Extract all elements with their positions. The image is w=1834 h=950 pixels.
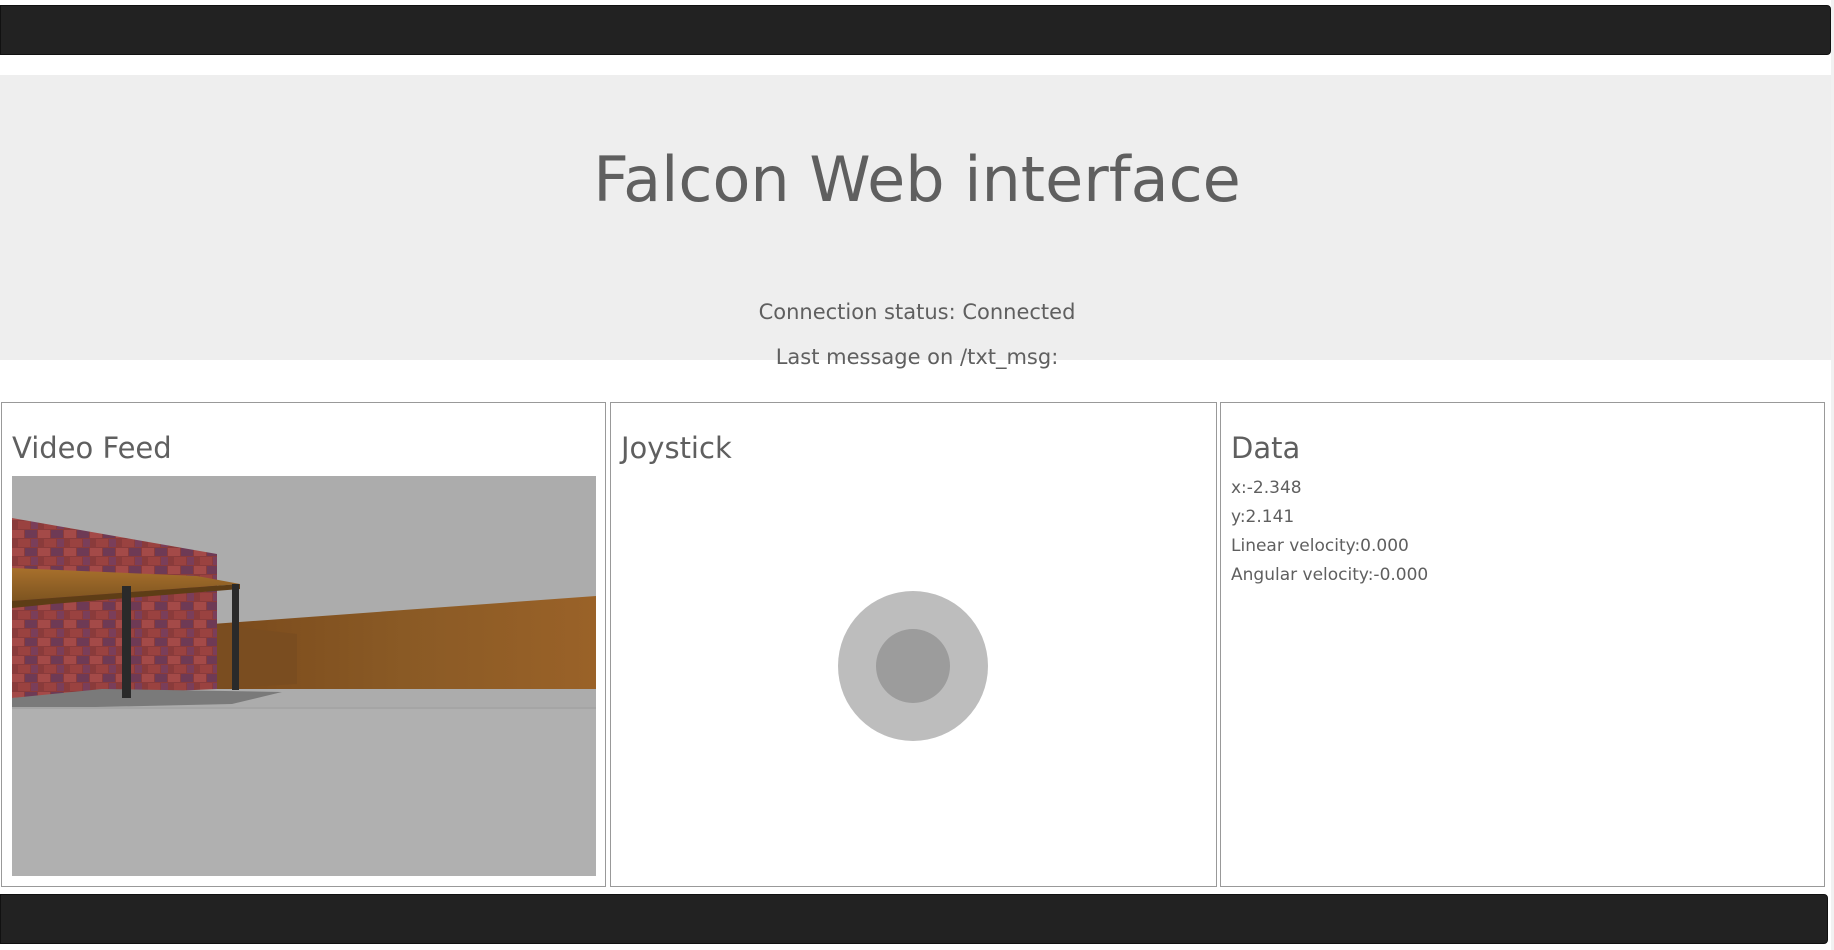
joystick-panel: Joystick <box>610 402 1217 887</box>
joystick-knob[interactable] <box>876 629 950 703</box>
top-navbar <box>0 5 1831 55</box>
data-values: x:-2.348 y:2.141 Linear velocity:0.000 A… <box>1231 474 1428 590</box>
x-value: x:-2.348 <box>1231 478 1302 498</box>
data-title: Data <box>1231 431 1301 465</box>
camera-scene <box>12 476 596 876</box>
data-panel: Data x:-2.348 y:2.141 Linear velocity:0.… <box>1220 402 1825 887</box>
linear-velocity-value: Linear velocity:0.000 <box>1231 536 1409 556</box>
video-feed-panel: Video Feed <box>1 402 606 887</box>
video-feed-title: Video Feed <box>12 431 172 465</box>
y-value: y:2.141 <box>1231 507 1295 527</box>
connection-status: Connection status: Connected <box>758 300 1076 324</box>
angular-velocity-value: Angular velocity:-0.000 <box>1231 565 1429 585</box>
page-title: Falcon Web interface <box>593 143 1241 216</box>
video-feed-image <box>12 476 596 876</box>
joystick-title: Joystick <box>621 431 732 465</box>
bottom-footer-bar <box>0 894 1828 944</box>
joystick-base[interactable] <box>838 591 988 741</box>
header-jumbotron: Falcon Web interface Connection status: … <box>0 75 1834 369</box>
last-message: Last message on /txt_msg: <box>775 345 1059 369</box>
